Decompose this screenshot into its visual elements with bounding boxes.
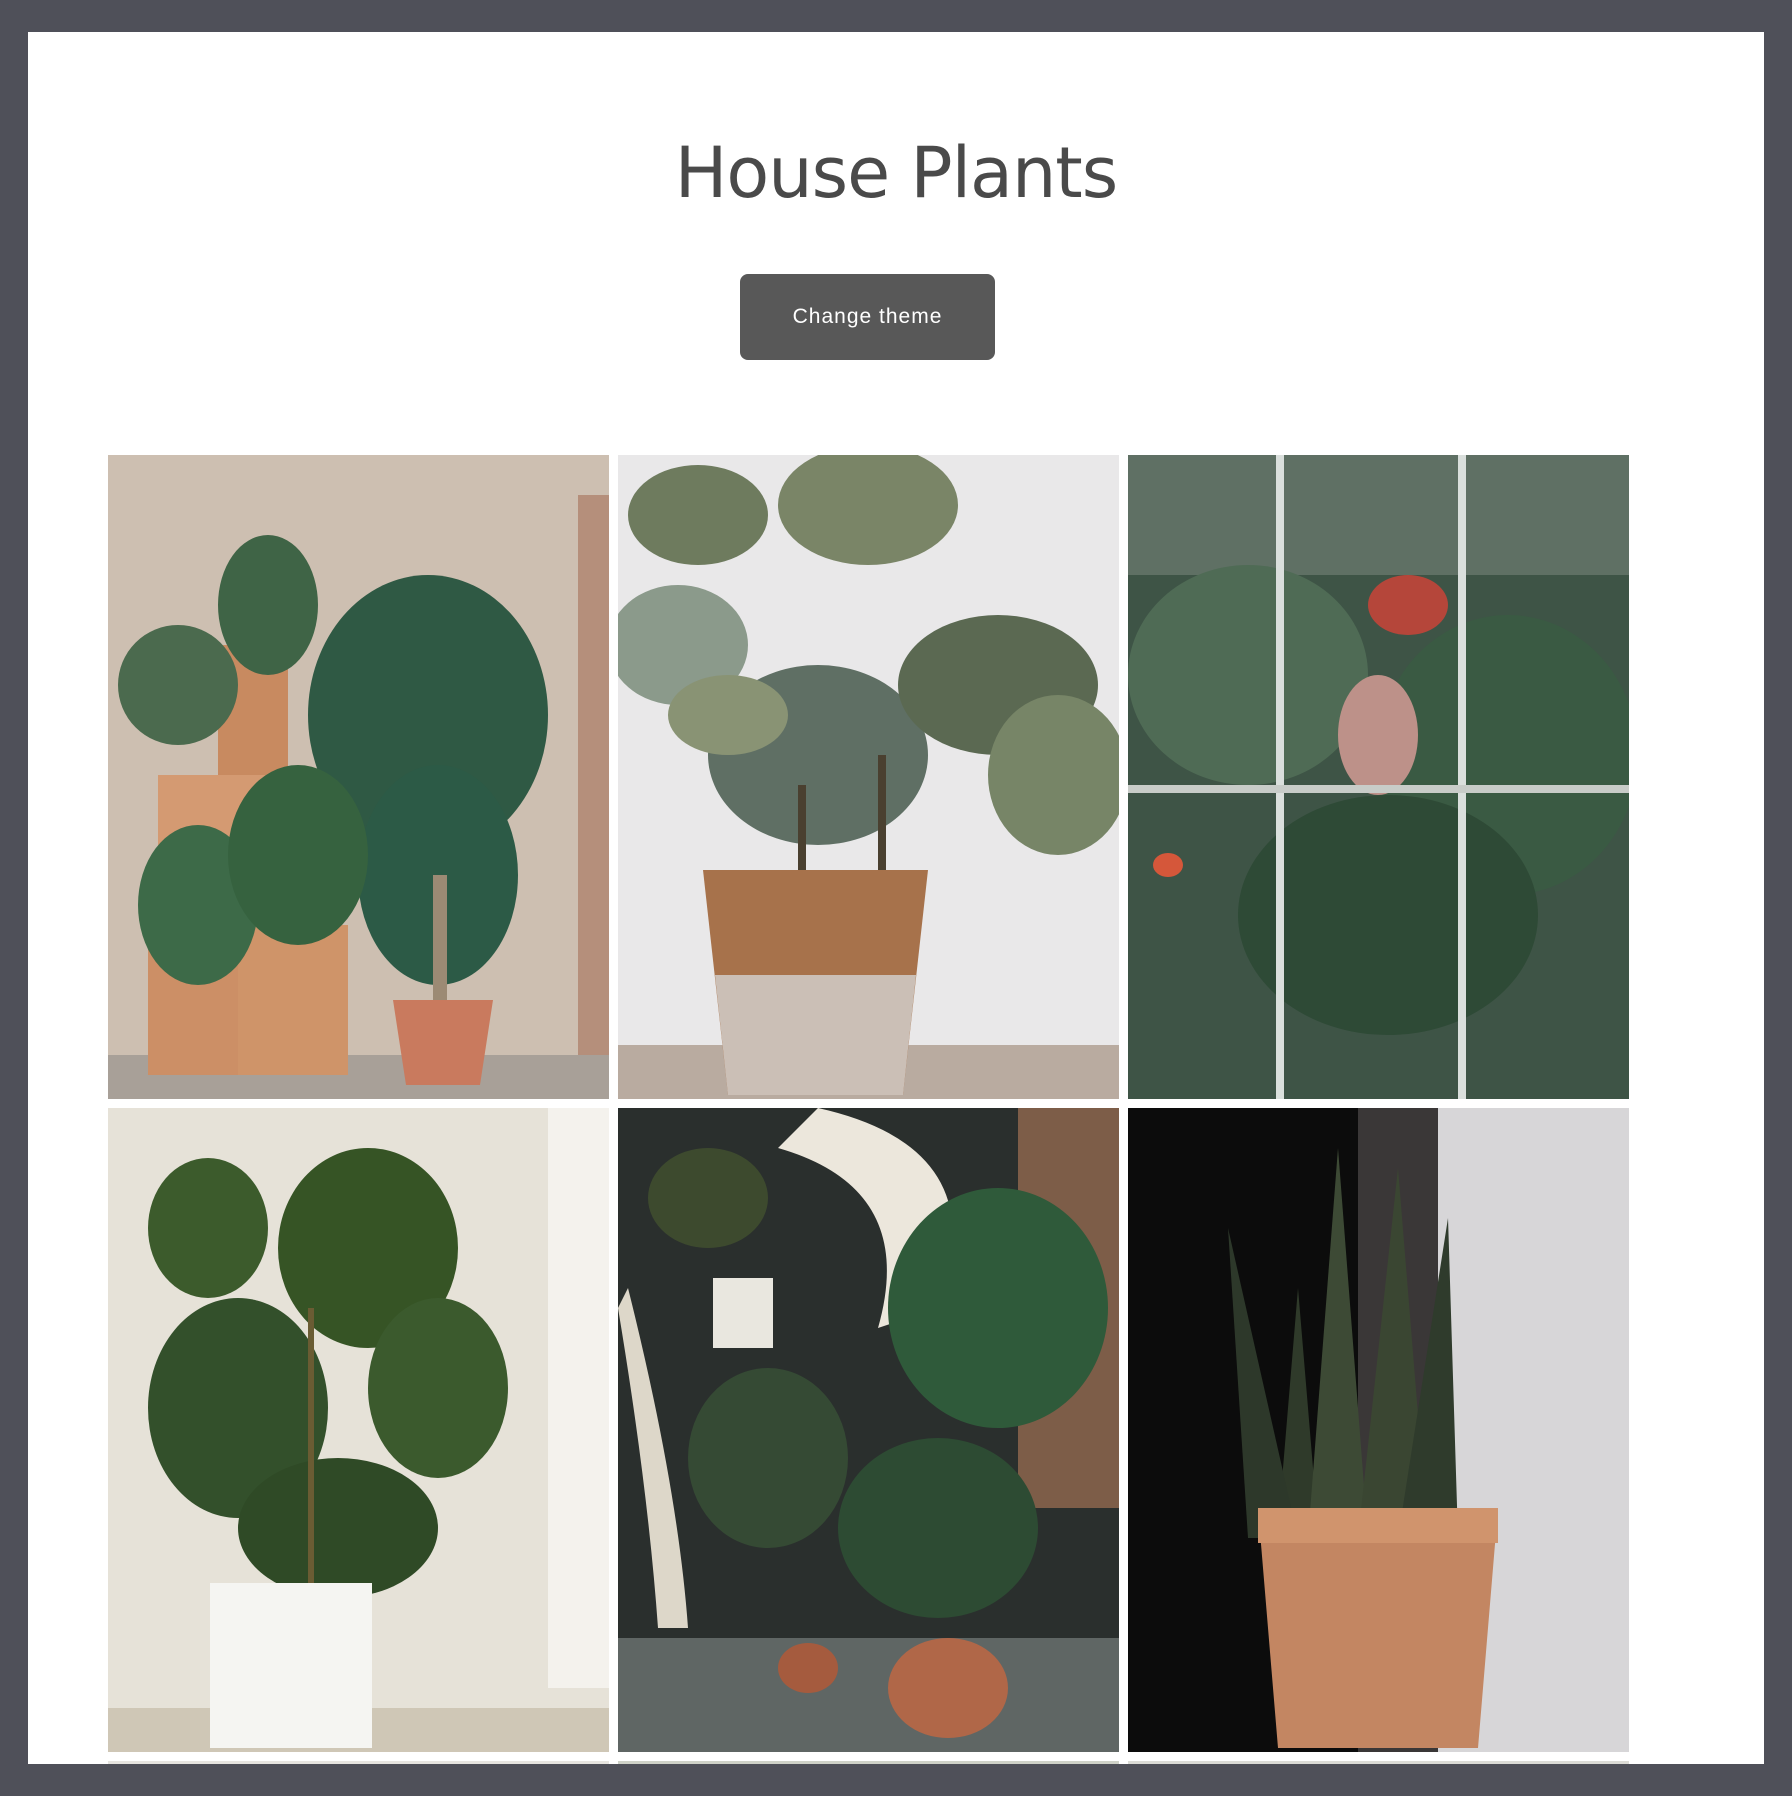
gallery-image [618,1108,1119,1752]
gallery-image-partial [618,1761,1119,1764]
gallery-image [108,455,609,1099]
gallery-image [1128,1108,1629,1752]
greenhouse-window-photo [1128,455,1629,1099]
gallery-image [618,455,1119,1099]
plants-on-wooden-crates-photo [108,455,609,1099]
gallery-image-partial [1128,1761,1629,1764]
spiral-staircase-plants-photo [618,1108,1119,1752]
snake-plant-photo [1128,1108,1629,1752]
change-theme-button[interactable]: Change theme [740,274,995,360]
page: House Plants Change theme [28,32,1764,1764]
ficus-white-pot-photo [108,1108,609,1752]
rubber-plant-terracotta-pot-photo [618,455,1119,1099]
gallery-image-partial [108,1761,609,1764]
gallery-image [108,1108,609,1752]
gallery-image [1128,455,1629,1099]
page-title: House Plants [674,132,1118,214]
